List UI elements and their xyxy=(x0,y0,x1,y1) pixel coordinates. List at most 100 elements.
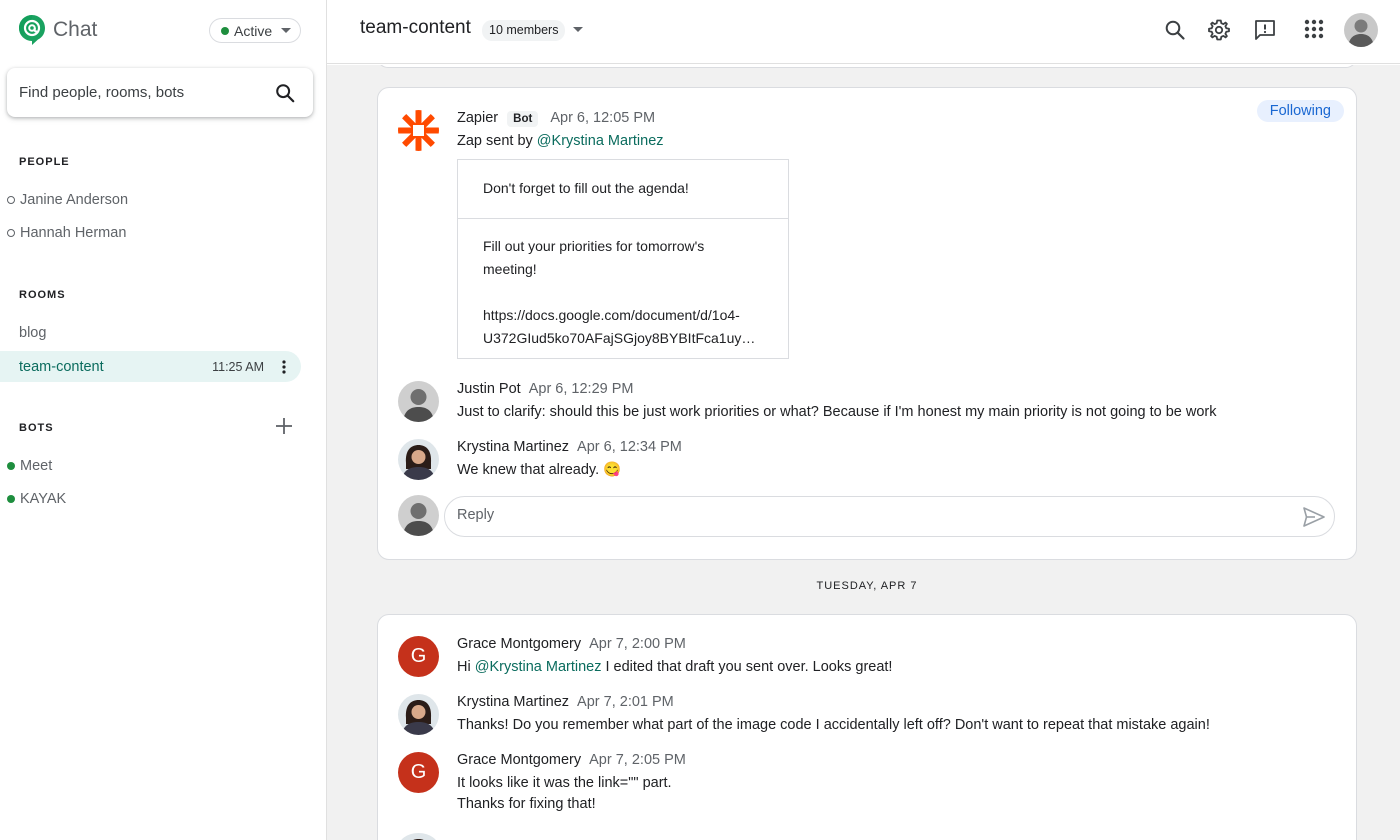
chevron-down-icon xyxy=(281,28,292,33)
app-name: Chat xyxy=(53,18,98,41)
status-label: Active xyxy=(234,22,273,39)
apps-grid-icon[interactable] xyxy=(1303,18,1325,40)
message-time: Apr 6, 12:29 PM xyxy=(528,381,634,397)
message-text: Just to clarify: should this be just wor… xyxy=(457,404,1217,420)
send-icon[interactable] xyxy=(1302,506,1326,528)
more-vert-icon[interactable] xyxy=(282,360,286,374)
zap-card-line: Fill out your priorities for tomorrow's xyxy=(483,238,705,254)
sidebar: Chat Active PEOPLE Janine Anderson Hanna… xyxy=(0,0,327,840)
chat-logo-icon xyxy=(19,15,45,45)
following-button[interactable]: Following xyxy=(1256,100,1344,122)
sidebar-item-blog[interactable]: blog xyxy=(0,317,301,348)
feedback-icon[interactable] xyxy=(1253,18,1277,42)
zap-card-link[interactable]: U372GIud5ko70AFajSGjoy8BYBItFca1uy… xyxy=(483,327,755,350)
zap-card-link[interactable]: https://docs.google.com/document/d/1o4- xyxy=(483,304,755,327)
rooms-heading: ROOMS xyxy=(19,289,66,301)
message-prefix: Hi xyxy=(457,659,475,675)
members-badge[interactable]: 10 members xyxy=(482,20,566,41)
avatar xyxy=(398,381,439,422)
search-input[interactable] xyxy=(19,84,259,101)
room-name: blog xyxy=(19,324,47,341)
message-suffix: I edited that draft you sent over. Looks… xyxy=(601,659,893,675)
thread-card: G Grace Montgomery Apr 7, 2:00 PM Hi @Kr… xyxy=(377,614,1357,840)
message-line: Thanks for fixing that! xyxy=(457,796,596,812)
online-status-icon xyxy=(7,494,15,503)
message-line: It looks like it was the link="" part. xyxy=(457,775,672,791)
message-time: Apr 6, 12:05 PM xyxy=(550,110,656,126)
mention-link[interactable]: @Krystina Martinez xyxy=(537,133,664,149)
person-name: Janine Anderson xyxy=(20,191,129,208)
offline-status-icon xyxy=(7,228,15,237)
bot-name: Meet xyxy=(20,457,53,474)
avatar xyxy=(398,439,439,480)
room-title: team-content xyxy=(360,17,471,38)
message-header: Krystina Martinez Apr 7, 2:01 PM xyxy=(457,694,674,710)
sidebar-item-janine-anderson[interactable]: Janine Anderson xyxy=(0,184,301,215)
avatar: G xyxy=(398,636,439,677)
search-icon[interactable] xyxy=(274,82,296,104)
avatar-icon xyxy=(398,439,439,480)
sender-name: Grace Montgomery xyxy=(457,636,582,652)
plus-icon[interactable] xyxy=(275,417,293,435)
sender-name: Krystina Martinez xyxy=(457,439,570,455)
avatar xyxy=(398,495,439,536)
gear-icon[interactable] xyxy=(1207,18,1231,42)
zap-card: Don't forget to fill out the agenda! Fil… xyxy=(457,159,789,359)
avatar-icon xyxy=(398,381,439,422)
message-time: Apr 7, 2:05 PM xyxy=(589,752,686,768)
message-text: Zap sent by @Krystina Martinez xyxy=(457,131,664,152)
message-header: Grace Montgomery Apr 7, 2:00 PM xyxy=(457,636,686,652)
message-time: Apr 6, 12:34 PM xyxy=(577,439,682,455)
message-header: Zapier Bot Apr 6, 12:05 PM xyxy=(457,110,655,127)
message-header: Krystina Martinez Apr 6, 12:34 PM xyxy=(457,439,682,455)
message-prefix: Zap sent by xyxy=(457,133,537,149)
zap-card-line: meeting! xyxy=(483,261,537,277)
sidebar-item-meet[interactable]: Meet xyxy=(0,450,301,481)
message-header: Grace Montgomery Apr 7, 2:05 PM xyxy=(457,752,686,768)
avatar-icon xyxy=(398,833,439,840)
people-heading: PEOPLE xyxy=(19,156,70,168)
sender-name: Zapier xyxy=(457,110,499,126)
avatar xyxy=(398,694,439,735)
message-text: It looks like it was the link="" part. T… xyxy=(457,773,672,815)
avatar-icon xyxy=(398,694,439,735)
sidebar-item-kayak[interactable]: KAYAK xyxy=(0,483,301,514)
room-time: 11:25 AM xyxy=(212,359,264,374)
sender-name: Krystina Martinez xyxy=(457,694,570,710)
zap-card-title: Don't forget to fill out the agenda! xyxy=(458,160,788,219)
chevron-down-icon[interactable] xyxy=(573,27,583,32)
bot-name: KAYAK xyxy=(20,490,67,507)
room-name: team-content xyxy=(19,358,104,375)
bots-heading: BOTS xyxy=(19,422,54,434)
sidebar-item-hannah-herman[interactable]: Hannah Herman xyxy=(0,217,301,248)
account-avatar[interactable] xyxy=(1344,13,1378,47)
zapier-logo-icon xyxy=(398,110,439,151)
message-text: We knew that already. 😋 xyxy=(457,462,622,478)
zapier-avatar xyxy=(398,110,439,151)
sender-name: Grace Montgomery xyxy=(457,752,582,768)
sender-name: Justin Pot xyxy=(457,381,521,397)
previous-thread-edge xyxy=(377,65,1357,68)
bot-badge: Bot xyxy=(507,111,539,127)
reply-input[interactable] xyxy=(457,507,1257,523)
search-box xyxy=(7,68,313,117)
sidebar-item-team-content[interactable]: team-content 11:25 AM xyxy=(0,351,301,382)
message-text: Thanks! Do you remember what part of the… xyxy=(457,717,1210,733)
status-dot xyxy=(221,26,229,35)
online-status-icon xyxy=(7,461,15,470)
reply-box xyxy=(444,496,1335,537)
mention-link[interactable]: @Krystina Martinez xyxy=(475,659,602,675)
thread-card: Following Zapier Bot Apr 6, 12:05 PM Zap… xyxy=(377,87,1357,560)
message-time: Apr 7, 2:01 PM xyxy=(577,694,674,710)
message-stream[interactable]: Following Zapier Bot Apr 6, 12:05 PM Zap… xyxy=(327,65,1400,840)
date-divider: TUESDAY, APR 7 xyxy=(816,580,918,592)
message-time: Apr 7, 2:00 PM xyxy=(589,636,686,652)
search-icon[interactable] xyxy=(1163,18,1187,42)
status-dropdown[interactable]: Active xyxy=(209,18,301,43)
avatar xyxy=(398,833,439,840)
message-header: Justin Pot Apr 6, 12:29 PM xyxy=(457,381,633,397)
brand[interactable]: Chat xyxy=(18,14,97,46)
zap-card-body: Fill out your priorities for tomorrow's … xyxy=(483,235,755,350)
person-name: Hannah Herman xyxy=(20,224,127,241)
avatar: G xyxy=(398,752,439,793)
